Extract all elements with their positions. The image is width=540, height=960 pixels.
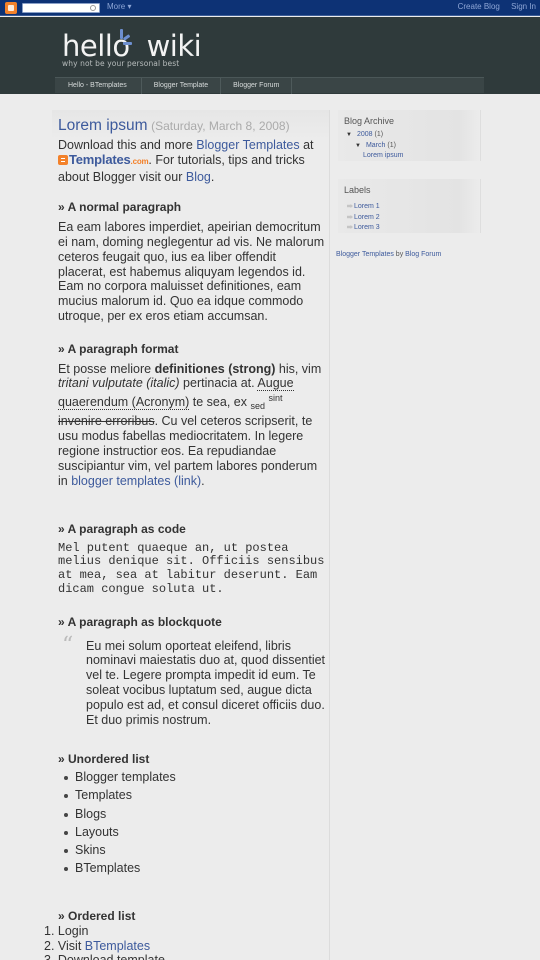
navbar-search-input[interactable] — [22, 3, 100, 13]
ordered-list-item: 1. Login — [44, 924, 89, 939]
format-paragraph: Et posse meliore definitiones (strong) h… — [58, 362, 326, 489]
section-heading-normal: » A normal paragraph — [58, 200, 182, 215]
btemplates-link[interactable]: BTemplates — [85, 939, 150, 953]
blockquote-text: Eu mei solum oporteat eleifend, libris n… — [86, 638, 326, 727]
strikethrough-text: invenire erroribus — [58, 414, 155, 429]
blogger-logo-icon[interactable] — [5, 2, 17, 14]
labels-widget: Labels Lorem 1 Lorem 2 Lorem 3 — [338, 179, 481, 233]
label-row: Lorem 2 — [347, 214, 380, 221]
btemplates-logo[interactable]: Templates.com — [58, 151, 149, 167]
intro-text: Download this and more — [58, 138, 197, 152]
list-item: Templates — [62, 786, 326, 804]
normal-paragraph: Ea eam labores imperdiet, apeirian democ… — [58, 220, 325, 323]
ordered-list-item: 2. Visit BTemplates — [44, 939, 326, 954]
labels-title: Labels — [344, 185, 371, 195]
blogger-templates-link[interactable]: Blogger Templates — [196, 138, 299, 152]
strong-text: definitiones (strong) — [154, 361, 276, 376]
list-item: Blogger templates — [62, 768, 326, 786]
superscript-text: sint — [268, 393, 283, 404]
list-item: Skins — [62, 841, 326, 859]
italic-text: tritani vulputate (italic) — [58, 376, 180, 391]
archive-month-count: (1) — [387, 142, 396, 149]
label-row: Lorem 1 — [347, 203, 380, 210]
label-row: Lorem 3 — [347, 224, 380, 231]
label-link[interactable]: Lorem 1 — [354, 203, 380, 210]
unordered-list: Blogger templates Templates Blogs Layout… — [58, 768, 326, 877]
post-intro: Download this and more Blogger Templates… — [58, 138, 326, 184]
section-heading-ordered: » Ordered list — [58, 909, 136, 924]
section-heading-code: » A paragraph as code — [58, 521, 186, 536]
expand-toggle-icon[interactable]: ▼ — [346, 132, 352, 138]
credits-blog-forum-link[interactable]: Blog Forum — [405, 251, 441, 258]
format-text: pertinacia at. — [179, 376, 258, 391]
ordered-list: 1. Login 2. Visit BTemplates 3. Download… — [44, 924, 326, 960]
post-date: (Saturday, March 8, 2008) — [151, 119, 290, 133]
section-heading-unordered: » Unordered list — [58, 752, 150, 767]
create-blog-link[interactable]: Create Blog — [458, 2, 500, 11]
archive-year-count: (1) — [374, 131, 384, 138]
credits-by-text: by — [393, 251, 406, 258]
archive-year-link[interactable]: 2008 — [357, 131, 373, 138]
arrow-icon — [347, 204, 353, 208]
format-text: his, vim — [275, 361, 322, 376]
sign-in-link[interactable]: Sign In — [511, 2, 536, 11]
intro-text: . — [210, 169, 215, 184]
quote-mark-icon: “ — [62, 632, 74, 658]
expand-toggle-icon[interactable]: ▼ — [355, 143, 361, 149]
archive-month-row: ▼ March (1) — [355, 142, 396, 149]
post-title[interactable]: Lorem ipsum — [58, 117, 148, 134]
menu-item-hello-btemplates[interactable]: Hello - BTemplates — [55, 78, 142, 94]
btemplates-logo-suffix: .com — [130, 156, 149, 166]
format-text: te sea, ex — [189, 395, 251, 410]
subscript-text: sed — [250, 401, 265, 412]
blogger-templates-inline-link[interactable]: blogger templates (link) — [71, 474, 201, 488]
blog-logo[interactable]: hello wiki why not be your personal best — [62, 29, 202, 68]
blog-archive-title: Blog Archive — [344, 116, 395, 126]
label-link[interactable]: Lorem 2 — [354, 214, 380, 221]
blog-link[interactable]: Blog — [186, 170, 211, 184]
blogger-navbar: More ▾ Create Blog Sign In — [0, 0, 540, 16]
code-block: Mel putent quaeque an, ut postea melius … — [58, 540, 332, 596]
blockquote: “ Eu mei solum oporteat eleifend, libris… — [58, 634, 326, 728]
archive-year-row: ▼ 2008 (1) — [346, 131, 383, 138]
label-link[interactable]: Lorem 3 — [354, 224, 380, 231]
list-item: BTemplates — [62, 859, 326, 877]
logo-text-wiki: wiki — [146, 29, 202, 63]
arrow-icon — [347, 215, 353, 219]
list-item: Blogs — [62, 805, 326, 823]
ordered-item-text: 2. Visit — [44, 938, 85, 953]
more-menu-button[interactable]: More ▾ — [107, 2, 131, 11]
archive-month-link[interactable]: March — [366, 142, 385, 149]
btemplates-b-icon — [58, 154, 68, 165]
top-menu: Hello - BTemplates Blogger Template Blog… — [55, 77, 484, 94]
credits-blogger-templates-link[interactable]: Blogger Templates — [336, 251, 394, 258]
ordered-list-item: 3. Download template — [44, 953, 326, 960]
footer-credits: Blogger Templates by Blog Forum — [336, 251, 441, 258]
search-icon[interactable] — [90, 5, 96, 11]
archive-post-link[interactable]: Lorem ipsum — [363, 152, 403, 159]
btemplates-logo-text: Templates — [69, 151, 131, 167]
format-text: Et posse meliore — [58, 361, 155, 376]
intro-text: at — [299, 138, 314, 152]
list-item: Layouts — [62, 823, 326, 841]
arrow-icon — [347, 225, 353, 229]
blog-archive-widget: Blog Archive ▼ 2008 (1) ▼ March (1) Lorem … — [338, 110, 481, 161]
archive-post-row: Lorem ipsum — [363, 152, 403, 159]
format-text: . — [201, 473, 205, 488]
menu-item-blogger-template[interactable]: Blogger Template — [142, 78, 222, 94]
section-heading-blockquote: » A paragraph as blockquote — [58, 614, 222, 629]
menu-item-blogger-forum[interactable]: Blogger Forum — [221, 78, 293, 94]
section-heading-format: » A paragraph format — [58, 341, 179, 356]
post-container: Lorem ipsum (Saturday, March 8, 2008) Do… — [44, 110, 332, 960]
logo-spark-icon — [114, 29, 132, 45]
